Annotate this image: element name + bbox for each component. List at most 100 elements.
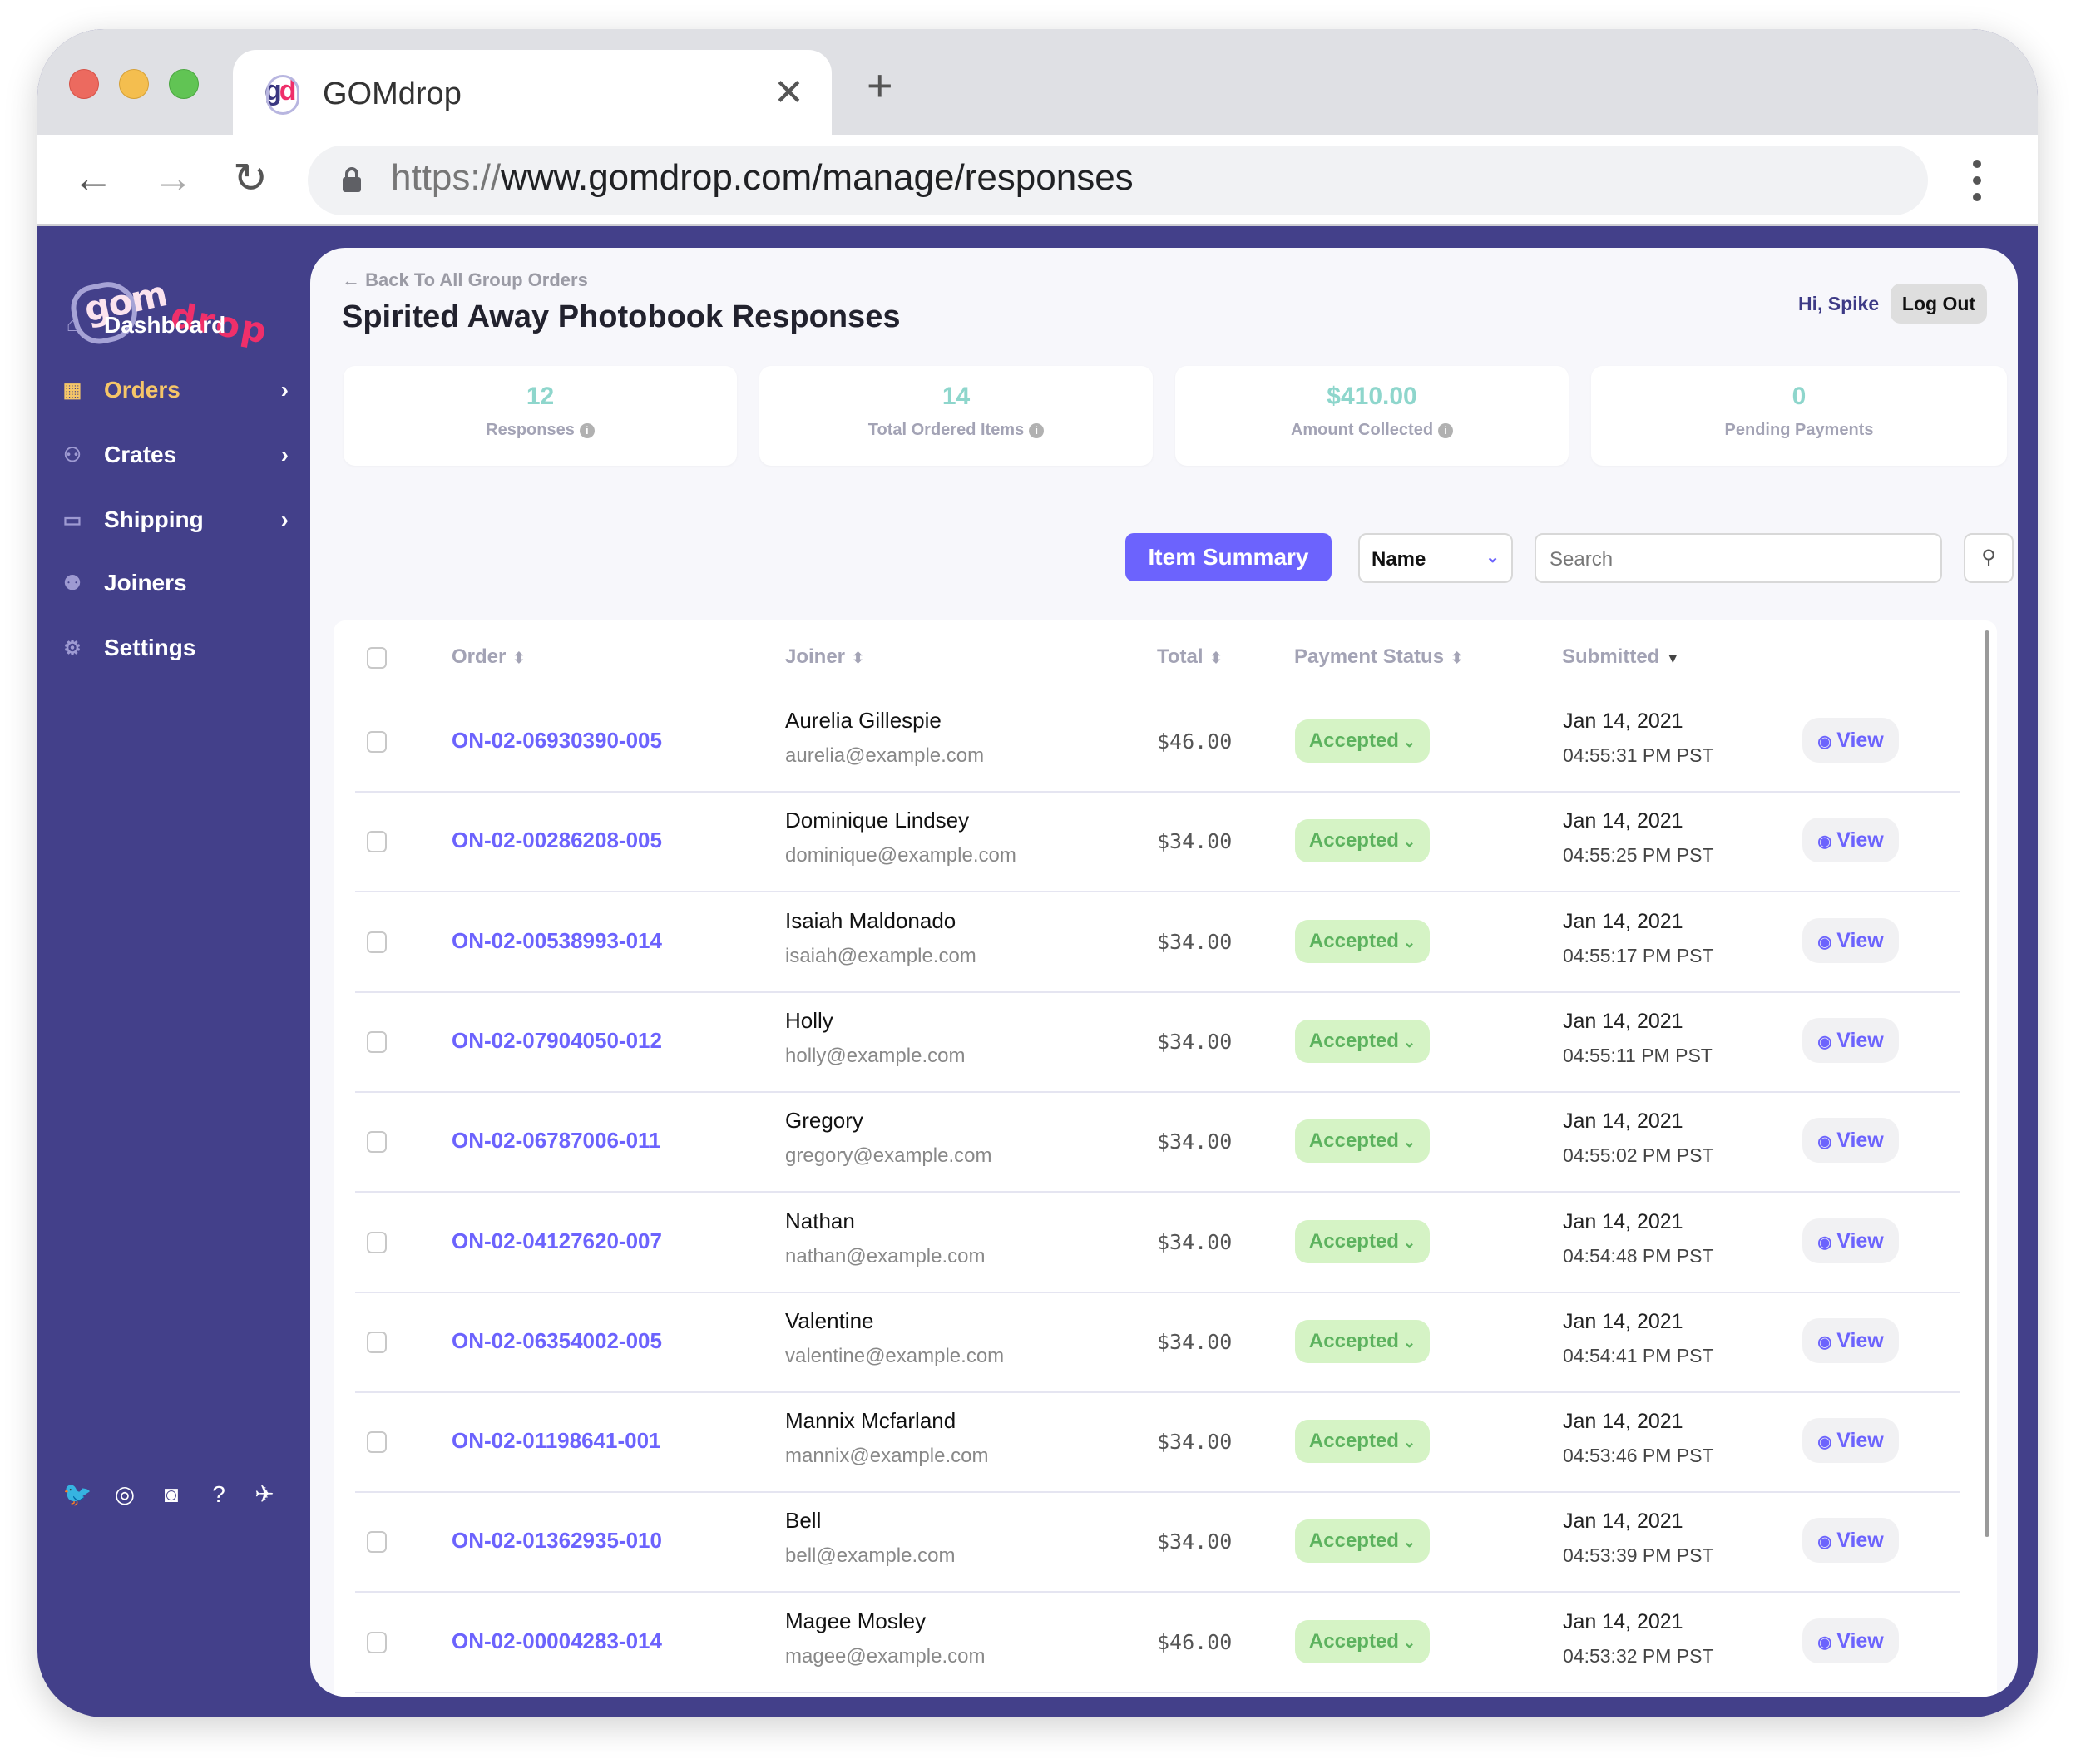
row-checkbox[interactable] <box>367 731 387 753</box>
column-header-submitted[interactable]: Submitted ▼ <box>1562 645 1679 669</box>
eye-icon: ◉ <box>1817 733 1837 751</box>
close-tab-icon[interactable]: ✕ <box>774 72 804 114</box>
column-header-payment-status[interactable]: Payment Status ⬍ <box>1294 645 1463 669</box>
order-total: $46.00 <box>1157 1629 1233 1654</box>
view-button[interactable]: ◉ View <box>1802 1218 1899 1263</box>
search-input[interactable]: Search <box>1535 533 1942 583</box>
row-checkbox[interactable] <box>367 1030 387 1053</box>
view-button[interactable]: ◉ View <box>1802 1017 1899 1063</box>
submitted-time: 04:55:31 PM PST <box>1563 744 1714 766</box>
submitted-date: Jan 14, 2021 <box>1563 1009 1683 1033</box>
logout-button[interactable]: Log Out <box>1891 284 1987 324</box>
chevron-down-icon: ⌄ <box>1398 833 1416 851</box>
main-panel: ← Back To All Group Orders Spirited Away… <box>310 248 2018 1697</box>
sidebar-item-orders[interactable]: ▦ Orders › <box>56 367 297 413</box>
payment-status-dropdown[interactable]: Accepted ⌄ <box>1295 1420 1430 1464</box>
order-number-link[interactable]: ON-02-04127620-007 <box>452 1228 662 1254</box>
view-button[interactable]: ◉ View <box>1802 1518 1899 1564</box>
search-field-select[interactable]: Name ⌄ <box>1358 533 1513 583</box>
table-scrollbar[interactable] <box>1985 630 1990 1537</box>
payment-status-dropdown[interactable]: Accepted ⌄ <box>1295 1219 1430 1263</box>
payment-status-dropdown[interactable]: Accepted ⌄ <box>1295 919 1430 963</box>
stat-label: Total Ordered Items i <box>759 421 1153 440</box>
joiner-email: nathan@example.com <box>785 1244 986 1267</box>
submitted-time: 04:55:02 PM PST <box>1563 1144 1714 1167</box>
order-number-link[interactable]: ON-02-00286208-005 <box>452 828 662 853</box>
row-checkbox[interactable] <box>367 1131 387 1154</box>
row-checkbox[interactable] <box>367 1531 387 1554</box>
order-number-link[interactable]: ON-02-01198641-001 <box>452 1428 661 1454</box>
info-icon[interactable]: i <box>579 423 595 438</box>
order-number-link[interactable]: ON-02-06787006-011 <box>452 1128 661 1154</box>
view-button[interactable]: ◉ View <box>1802 718 1899 763</box>
payment-status-dropdown[interactable]: Accepted ⌄ <box>1295 1619 1430 1663</box>
view-button[interactable]: ◉ View <box>1802 1118 1899 1164</box>
column-header-joiner[interactable]: Joiner ⬍ <box>785 645 864 669</box>
order-number-link[interactable]: ON-02-00004283-014 <box>452 1628 662 1654</box>
payment-status-dropdown[interactable]: Accepted ⌄ <box>1295 1519 1430 1564</box>
twitter-icon[interactable]: 🐦 <box>62 1480 92 1510</box>
joiner-name: Holly <box>785 1007 833 1033</box>
browser-menu-icon[interactable] <box>1973 160 1981 210</box>
view-button[interactable]: ◉ View <box>1802 1418 1899 1464</box>
row-checkbox[interactable] <box>367 1331 387 1353</box>
reload-icon[interactable]: ↻ <box>233 153 268 203</box>
payment-status-dropdown[interactable]: Accepted ⌄ <box>1295 819 1430 863</box>
minimize-window-button[interactable] <box>119 69 149 99</box>
chevron-down-icon: ⌄ <box>1398 1233 1416 1251</box>
search-button[interactable]: ⚲ <box>1964 533 2014 583</box>
back-to-group-orders-link[interactable]: ← Back To All Group Orders <box>342 269 588 291</box>
sidebar-item-crates[interactable]: ⚇ Crates › <box>56 432 297 478</box>
submitted-date: Jan 14, 2021 <box>1563 1609 1683 1633</box>
row-checkbox[interactable] <box>367 1231 387 1253</box>
view-button[interactable]: ◉ View <box>1802 1618 1899 1663</box>
maximize-window-button[interactable] <box>169 69 199 99</box>
row-checkbox[interactable] <box>367 1431 387 1454</box>
sidebar-item-joiners[interactable]: ⚉ Joiners <box>56 560 297 606</box>
instagram-icon[interactable]: ◎ <box>110 1480 140 1510</box>
order-number-link[interactable]: ON-02-06354002-005 <box>452 1328 662 1354</box>
order-total: $34.00 <box>1157 1529 1233 1554</box>
payment-status-dropdown[interactable]: Accepted ⌄ <box>1295 1119 1430 1164</box>
payment-status-dropdown[interactable]: Accepted ⌄ <box>1295 1019 1430 1063</box>
sort-icon: ⬍ <box>512 650 526 666</box>
back-arrow-icon[interactable]: ← <box>72 153 114 203</box>
browser-tab[interactable]: gd GOMdrop ✕ <box>233 50 832 141</box>
item-summary-button[interactable]: Item Summary <box>1125 533 1332 581</box>
order-total: $46.00 <box>1157 729 1233 754</box>
sidebar-item-label: Dashboard <box>104 312 226 338</box>
sidebar-item-shipping[interactable]: ▭ Shipping › <box>56 497 297 543</box>
forward-arrow-icon[interactable]: → <box>152 153 194 203</box>
view-button[interactable]: ◉ View <box>1802 917 1899 963</box>
address-bar[interactable]: https://www.gomdrop.com/manage/responses <box>308 146 1928 215</box>
sidebar-item-dashboard[interactable]: ⌂ Dashboard <box>56 302 297 348</box>
url-text[interactable]: https://www.gomdrop.com/manage/responses <box>391 157 1134 199</box>
new-tab-button[interactable]: + <box>867 63 893 108</box>
view-button[interactable]: ◉ View <box>1802 1317 1899 1363</box>
select-all-checkbox[interactable] <box>367 647 387 669</box>
table-row: ON-02-00538993-014 Isaiah Maldonado isaiah… <box>355 893 1960 993</box>
joiner-name: Aurelia Gillespie <box>785 708 942 733</box>
payment-status-dropdown[interactable]: Accepted ⌄ <box>1295 719 1430 763</box>
help-icon[interactable]: ? <box>204 1480 234 1510</box>
info-icon[interactable]: i <box>1438 423 1454 438</box>
sidebar-item-label: Crates <box>104 442 177 467</box>
row-checkbox[interactable] <box>367 931 387 953</box>
info-icon[interactable]: i <box>1029 423 1045 438</box>
order-number-link[interactable]: ON-02-07904050-012 <box>452 1028 662 1054</box>
column-header-total[interactable]: Total ⬍ <box>1157 645 1223 669</box>
order-number-link[interactable]: ON-02-06930390-005 <box>452 728 662 754</box>
payment-status-dropdown[interactable]: Accepted ⌄ <box>1295 1319 1430 1363</box>
close-window-button[interactable] <box>69 69 99 99</box>
discord-icon[interactable]: ◙ <box>156 1480 186 1510</box>
sidebar-item-settings[interactable]: ⚙ Settings <box>56 625 297 671</box>
airplane-icon[interactable]: ✈ <box>250 1480 279 1510</box>
eye-icon: ◉ <box>1817 932 1837 951</box>
row-checkbox[interactable] <box>367 1631 387 1653</box>
joiner-email: valentine@example.com <box>785 1344 1005 1367</box>
row-checkbox[interactable] <box>367 831 387 853</box>
view-button[interactable]: ◉ View <box>1802 818 1899 863</box>
column-header-order[interactable]: Order ⬍ <box>452 645 525 669</box>
order-number-link[interactable]: ON-02-01362935-010 <box>452 1528 662 1554</box>
order-number-link[interactable]: ON-02-00538993-014 <box>452 928 662 954</box>
